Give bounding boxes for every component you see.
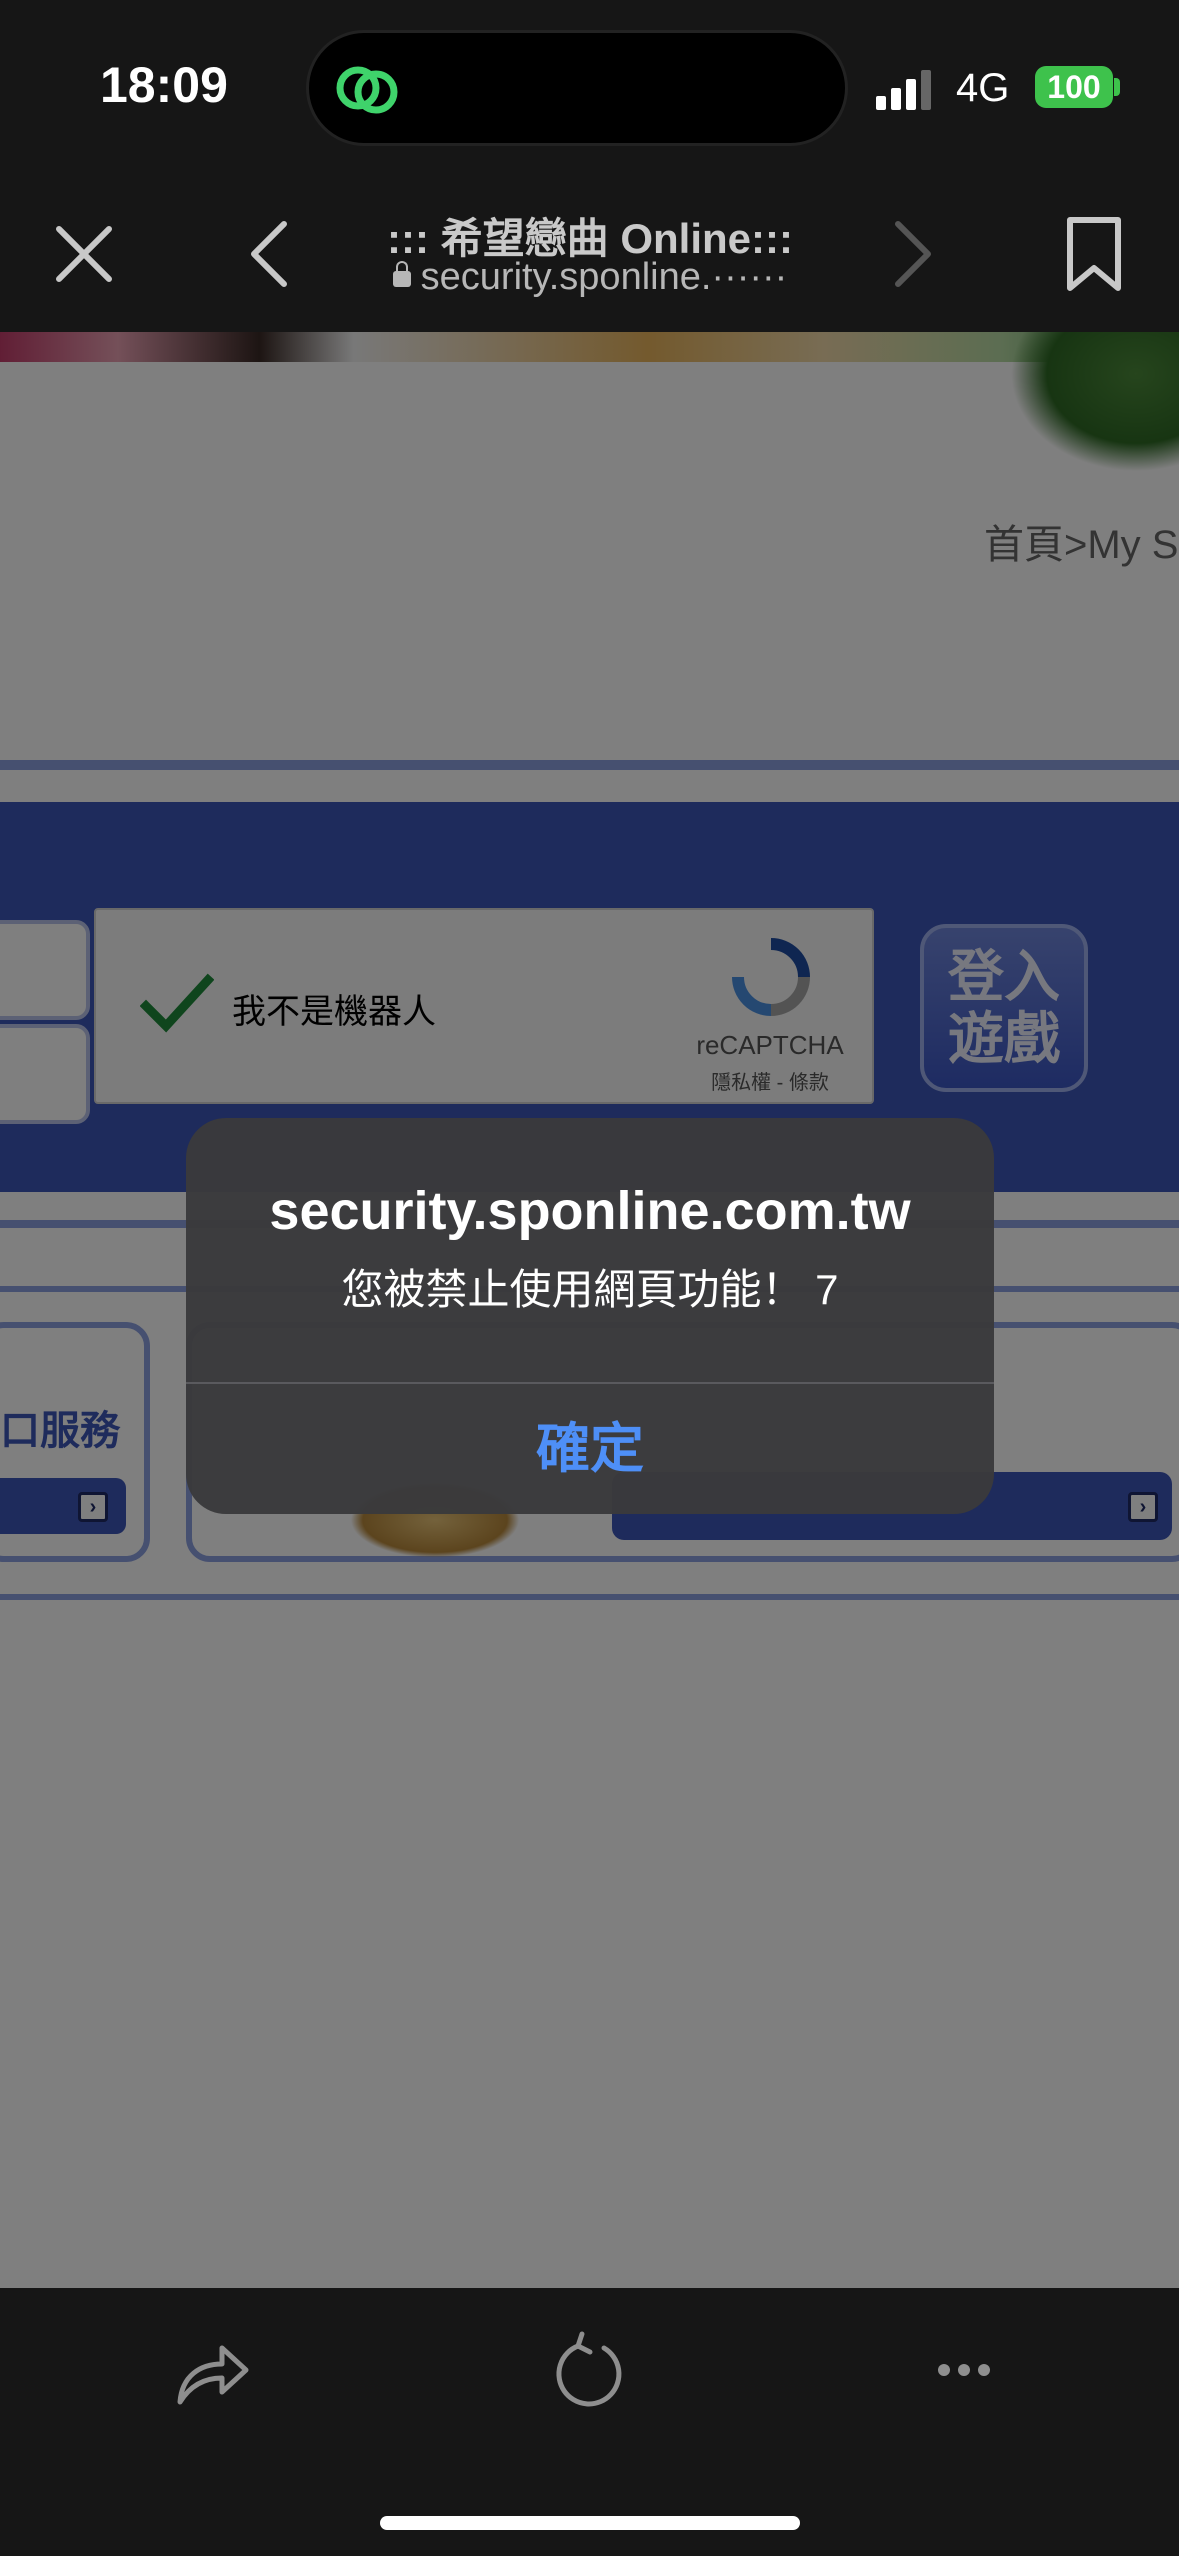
url-bar[interactable]: security.sponline.······	[300, 256, 880, 299]
battery-tip	[1114, 78, 1120, 96]
battery-indicator: 100	[1035, 66, 1113, 108]
close-icon[interactable]	[44, 214, 124, 294]
reload-icon[interactable]	[548, 2330, 632, 2414]
more-icon[interactable]	[936, 2356, 992, 2384]
alert-title: security.sponline.com.tw	[269, 1181, 911, 1241]
home-indicator[interactable]	[380, 2516, 800, 2530]
forward-icon[interactable]	[870, 214, 950, 294]
confirm-button[interactable]: 確定	[186, 1384, 994, 1514]
network-type: 4G	[956, 66, 1010, 110]
bookmark-icon[interactable]	[1054, 214, 1134, 294]
signal-icon	[876, 70, 931, 110]
status-time: 18:09	[100, 57, 228, 113]
url-text: security.sponline.······	[420, 256, 788, 298]
alert-message: 您被禁止使用網頁功能！ 7	[341, 1266, 839, 1313]
link-icon	[336, 66, 398, 114]
share-icon[interactable]	[170, 2328, 254, 2412]
lock-icon	[392, 261, 411, 287]
